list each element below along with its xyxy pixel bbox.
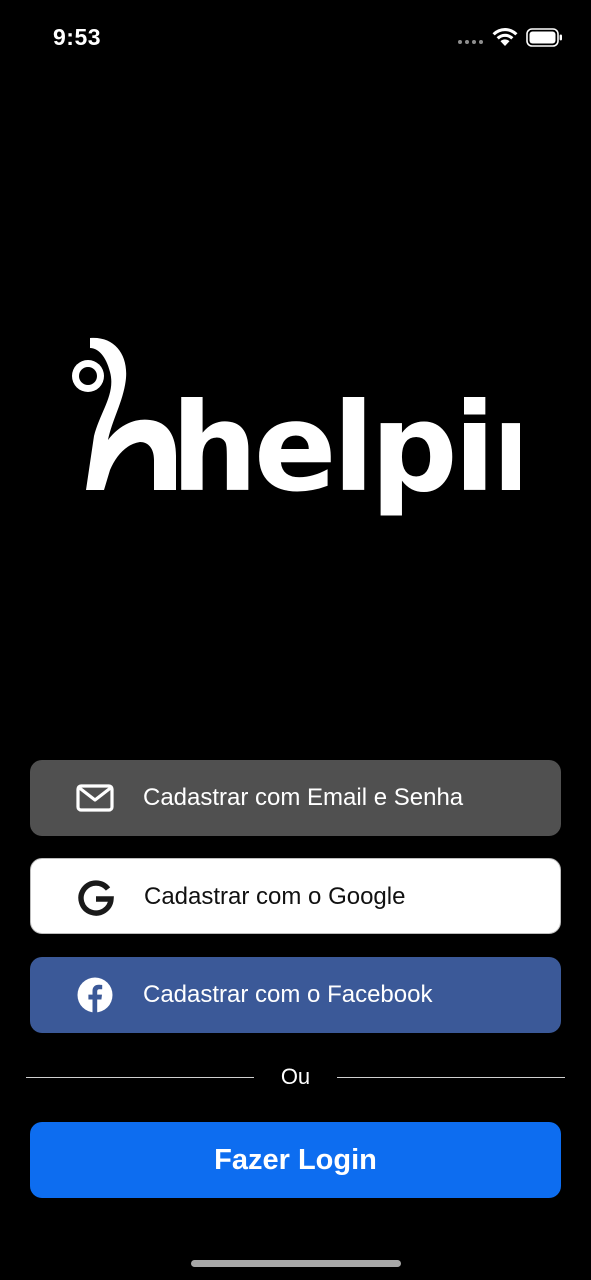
wifi-icon xyxy=(492,27,518,46)
battery-icon xyxy=(526,28,562,47)
login-button[interactable]: Fazer Login xyxy=(30,1122,561,1198)
helpin-logo: helpin xyxy=(72,337,520,516)
facebook-icon xyxy=(77,977,113,1013)
signup-google-label: Cadastrar com o Google xyxy=(144,883,406,910)
signup-email-label: Cadastrar com Email e Senha xyxy=(143,784,464,811)
divider-line-left xyxy=(26,1077,254,1078)
status-time: 9:53 xyxy=(53,24,102,50)
divider-line-right xyxy=(337,1077,565,1078)
signal-icon xyxy=(458,40,484,46)
login-button-label: Fazer Login xyxy=(214,1144,377,1176)
or-divider: Ou xyxy=(26,1058,565,1098)
signup-email-button[interactable]: Cadastrar com Email e Senha xyxy=(30,760,561,836)
signup-facebook-label: Cadastrar com o Facebook xyxy=(143,981,433,1008)
divider-text: Ou xyxy=(280,1064,311,1089)
home-indicator xyxy=(191,1260,401,1267)
status-bar: 9:53 xyxy=(0,0,591,76)
mail-icon xyxy=(76,784,114,812)
signup-facebook-button[interactable]: Cadastrar com o Facebook xyxy=(30,957,561,1033)
login-screen: 9:53 helpin Cadastrar com Email e Senha xyxy=(0,0,591,1280)
signup-google-button[interactable]: Cadastrar com o Google xyxy=(30,858,561,934)
svg-text:helpin: helpin xyxy=(171,377,520,516)
google-icon xyxy=(78,880,114,916)
